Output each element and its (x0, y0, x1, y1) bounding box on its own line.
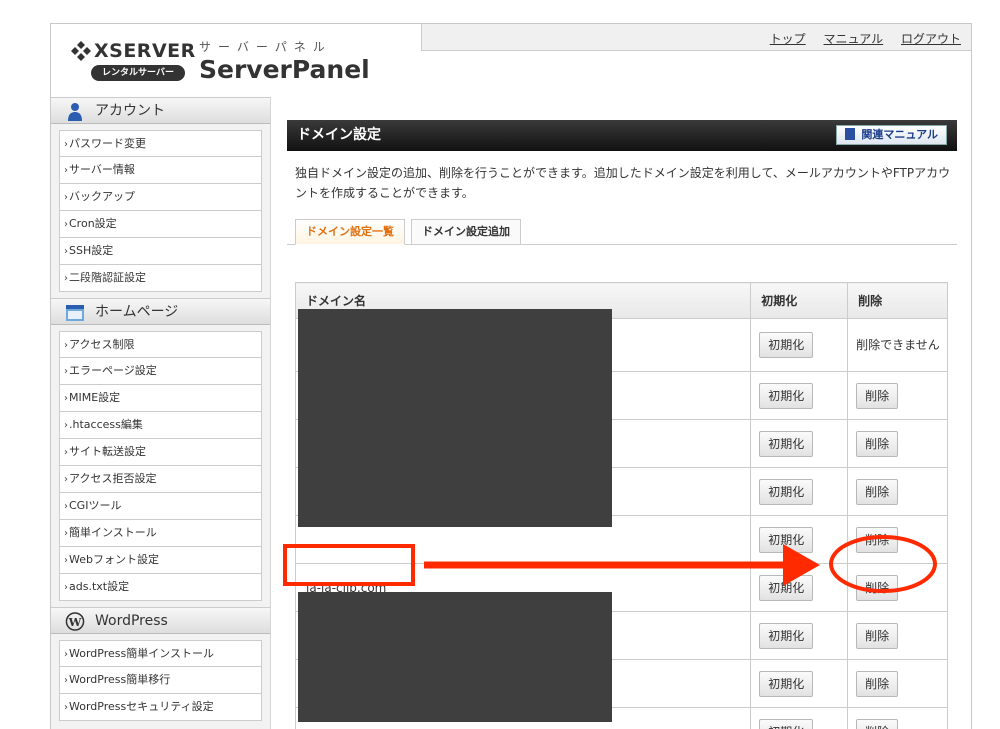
domain-highlight-box (283, 544, 415, 586)
annotation-overlay (283, 535, 937, 593)
delete-highlight-circle (829, 535, 937, 593)
annotation-arrow-head (783, 544, 820, 586)
